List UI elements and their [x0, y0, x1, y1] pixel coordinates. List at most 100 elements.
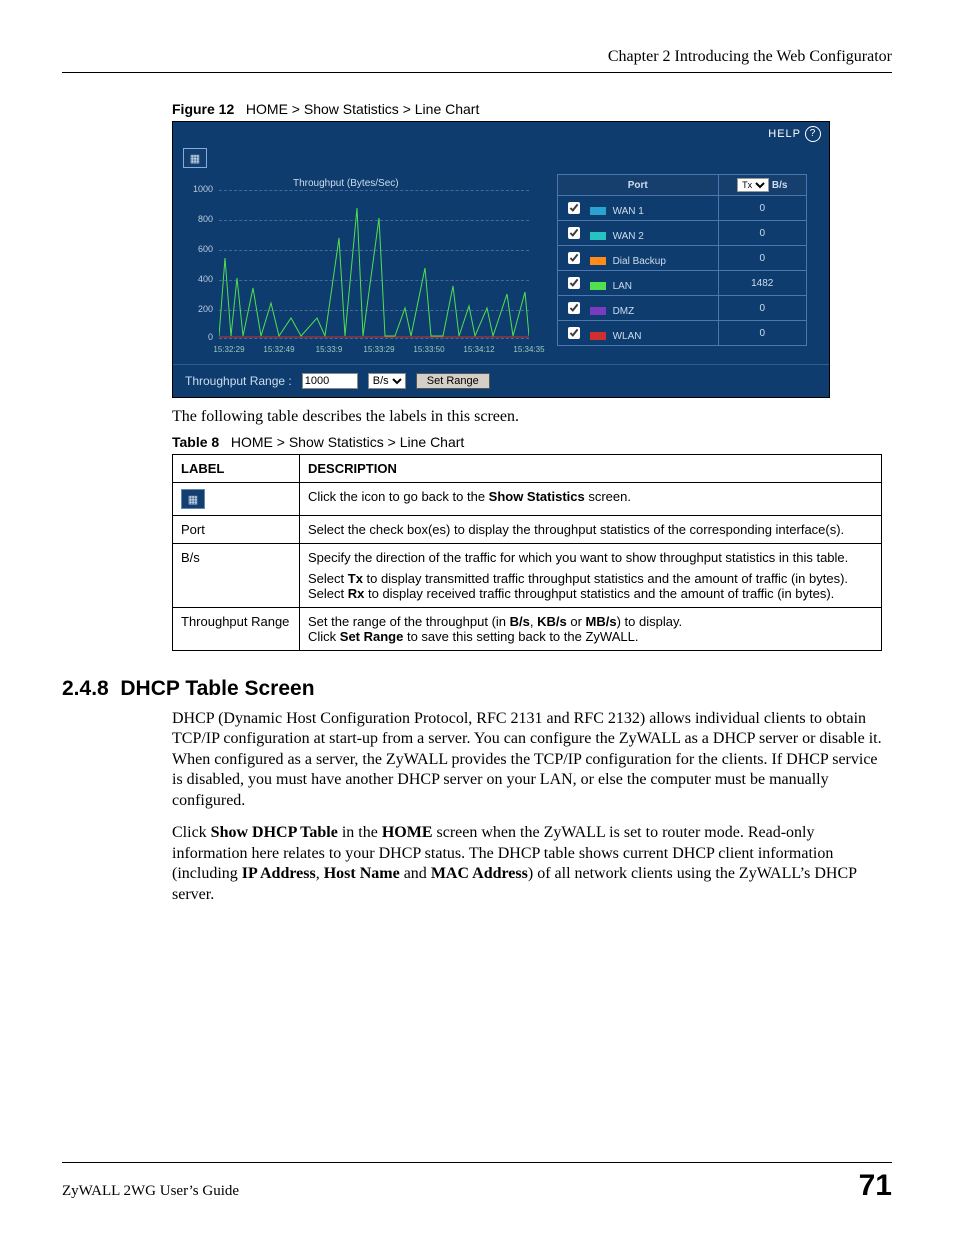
swatch-icon	[590, 257, 606, 265]
section-number: 2.4.8	[62, 677, 109, 700]
tx-rx-select[interactable]: Tx	[737, 178, 769, 192]
legend-header-bs: Tx B/s	[718, 175, 806, 196]
x-tick: 15:34:35	[513, 345, 544, 354]
swatch-icon	[590, 332, 606, 340]
legend-value: 0	[718, 321, 806, 346]
x-tick: 15:33:50	[413, 345, 444, 354]
table-number: Table 8	[172, 434, 219, 450]
legend-checkbox-wlan[interactable]	[568, 327, 580, 339]
figure-caption: Figure 12 HOME > Show Statistics > Line …	[172, 101, 892, 117]
y-tick: 1000	[183, 184, 213, 194]
cell-text: or	[567, 614, 586, 629]
range-value-input[interactable]	[302, 373, 358, 389]
back-icon: ▦	[181, 489, 205, 509]
back-to-stats-icon[interactable]: ▦	[183, 148, 207, 168]
legend-label: LAN	[613, 281, 632, 292]
swatch-icon	[590, 282, 606, 290]
table-row: ▦ Click the icon to go back to the Show …	[173, 483, 882, 516]
th-label: LABEL	[173, 455, 300, 483]
cell-bold: Tx	[348, 571, 363, 586]
cell-text: Click the icon to go back to the	[308, 489, 489, 504]
cell-label: B/s	[173, 544, 300, 608]
y-tick: 600	[183, 244, 213, 254]
help-icon: ?	[805, 126, 821, 142]
cell-text: to display received traffic throughput s…	[364, 586, 834, 601]
help-label: HELP	[768, 128, 801, 140]
table-row: Throughput Range Set the range of the th…	[173, 608, 882, 651]
table-row: B/s Specify the direction of the traffic…	[173, 544, 882, 608]
legend-checkbox-wan2[interactable]	[568, 227, 580, 239]
x-tick: 15:33:29	[363, 345, 394, 354]
cell-desc: Select the check box(es) to display the …	[300, 516, 882, 544]
y-tick: 400	[183, 274, 213, 284]
b: MAC Address	[431, 865, 528, 882]
legend-value: 0	[718, 296, 806, 321]
cell-text: Select	[308, 571, 348, 586]
cell-bold: B/s	[510, 614, 530, 629]
cell-text: Specify the direction of the traffic for…	[308, 550, 873, 565]
x-tick: 15:32:49	[263, 345, 294, 354]
table-caption-text: HOME > Show Statistics > Line Chart	[231, 434, 464, 450]
th-desc: DESCRIPTION	[300, 455, 882, 483]
legend-row: WAN 2 0	[558, 221, 807, 246]
x-tick: 15:33:9	[316, 345, 343, 354]
help-link[interactable]: HELP ?	[768, 126, 821, 142]
footer-guide: ZyWALL 2WG User’s Guide	[62, 1183, 239, 1200]
legend-checkbox-dial[interactable]	[568, 252, 580, 264]
table-intro: The following table describes the labels…	[172, 408, 892, 426]
page-footer: ZyWALL 2WG User’s Guide 71	[62, 1162, 892, 1203]
swatch-icon	[590, 232, 606, 240]
section-title: DHCP Table Screen	[120, 677, 314, 700]
legend-label: Dial Backup	[613, 256, 666, 267]
legend-row: LAN 1482	[558, 271, 807, 296]
legend-checkbox-dmz[interactable]	[568, 302, 580, 314]
body-paragraph: Click Show DHCP Table in the HOME screen…	[172, 823, 892, 905]
t: and	[400, 865, 431, 882]
legend-checkbox-wan1[interactable]	[568, 202, 580, 214]
swatch-icon	[590, 207, 606, 215]
header-rule	[62, 72, 892, 73]
b: Host Name	[324, 865, 400, 882]
chart-panel: HELP ? ▦ Throughput (Bytes/Sec) 1000 800…	[172, 121, 830, 398]
chart-svg	[219, 188, 529, 338]
legend-row: Dial Backup 0	[558, 246, 807, 271]
b: HOME	[382, 824, 433, 841]
cell-bold: KB/s	[537, 614, 567, 629]
cell-bold: Show Statistics	[489, 489, 585, 504]
cell-label: Port	[173, 516, 300, 544]
page-number: 71	[859, 1169, 892, 1203]
legend-value: 0	[718, 246, 806, 271]
cell-text: Click	[308, 629, 340, 644]
legend-row: WLAN 0	[558, 321, 807, 346]
cell-bold: Set Range	[340, 629, 404, 644]
legend-value: 1482	[718, 271, 806, 296]
range-label: Throughput Range :	[185, 374, 292, 388]
figure-number: Figure 12	[172, 101, 234, 117]
legend-value: 0	[718, 196, 806, 221]
cell-text: screen.	[585, 489, 631, 504]
cell-bold: Rx	[348, 586, 365, 601]
footer-rule	[62, 1162, 892, 1163]
t: in the	[338, 824, 382, 841]
throughput-range-bar: Throughput Range : B/s Set Range	[173, 364, 829, 397]
body-paragraph: DHCP (Dynamic Host Configuration Protoco…	[172, 709, 892, 811]
cell-bold: MB/s	[586, 614, 617, 629]
b: Show DHCP Table	[211, 824, 338, 841]
legend-label: WLAN	[613, 331, 642, 342]
legend-label: WAN 2	[613, 231, 644, 242]
table-caption: Table 8 HOME > Show Statistics > Line Ch…	[172, 434, 892, 450]
x-tick: 15:32:29	[213, 345, 244, 354]
cell-label: Throughput Range	[173, 608, 300, 651]
b: IP Address	[242, 865, 316, 882]
section-heading: 2.4.8 DHCP Table Screen	[62, 677, 892, 701]
description-table: LABEL DESCRIPTION ▦ Click the icon to go…	[172, 454, 882, 651]
t: ,	[316, 865, 324, 882]
swatch-icon	[590, 307, 606, 315]
range-unit-select[interactable]: B/s	[368, 373, 406, 389]
legend-header-port: Port	[558, 175, 719, 196]
set-range-button[interactable]: Set Range	[416, 373, 490, 389]
y-tick: 800	[183, 214, 213, 224]
cell-text: ) to display.	[617, 614, 683, 629]
legend: Port Tx B/s WAN 1 0	[557, 174, 807, 354]
legend-checkbox-lan[interactable]	[568, 277, 580, 289]
